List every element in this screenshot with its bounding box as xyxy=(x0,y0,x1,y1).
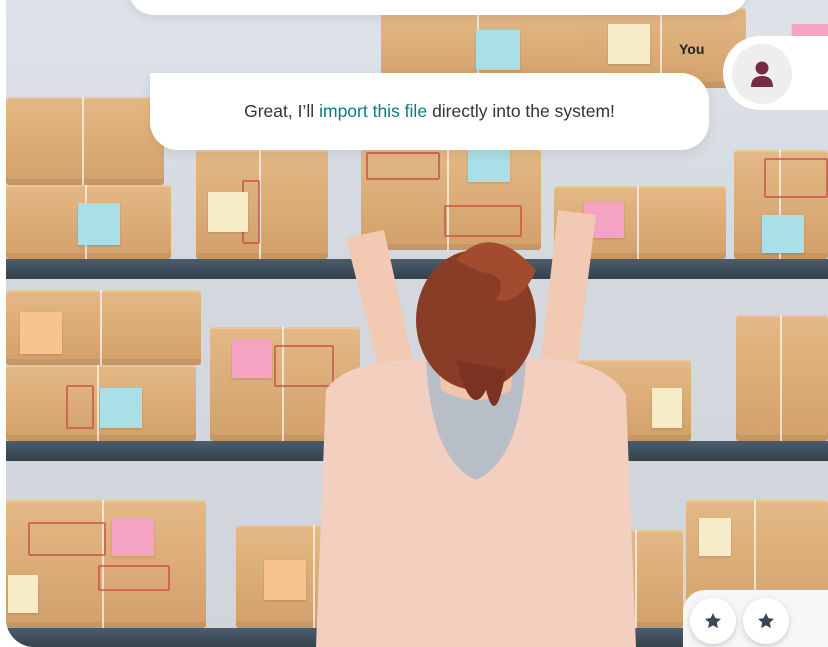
avatar[interactable] xyxy=(732,44,792,104)
sticky-note xyxy=(699,518,731,556)
box xyxy=(6,97,164,185)
chat-message-bubble: Great, I’ll import this file directly in… xyxy=(150,73,709,150)
sticky-note xyxy=(232,340,272,378)
box xyxy=(736,315,828,441)
message-text: Great, I’ll xyxy=(244,101,315,121)
star-icon xyxy=(758,613,774,629)
sticky-note xyxy=(652,388,682,428)
star-button[interactable] xyxy=(743,598,789,644)
avatar-panel xyxy=(723,36,828,110)
sticky-note xyxy=(78,203,120,245)
shipping-label xyxy=(764,158,828,198)
message-highlight: import this file xyxy=(319,101,428,121)
sticky-note xyxy=(476,30,520,70)
message-text: directly into the system! xyxy=(432,101,615,121)
shipping-label xyxy=(28,522,106,556)
star-button[interactable] xyxy=(690,598,736,644)
sender-label: You xyxy=(679,41,705,57)
shipping-label xyxy=(98,565,170,591)
sticky-note xyxy=(264,560,306,600)
user-icon xyxy=(751,61,773,87)
sticky-note xyxy=(20,312,62,354)
previous-message-bubble xyxy=(128,0,748,15)
star-icon xyxy=(705,613,721,629)
person-figure xyxy=(316,210,636,647)
sticky-note xyxy=(762,215,804,253)
sticky-note xyxy=(112,518,154,556)
sticky-note xyxy=(208,192,248,232)
sticky-note xyxy=(100,388,142,428)
shipping-label xyxy=(66,385,94,429)
sticky-note xyxy=(608,24,650,64)
sticky-note xyxy=(8,575,38,613)
